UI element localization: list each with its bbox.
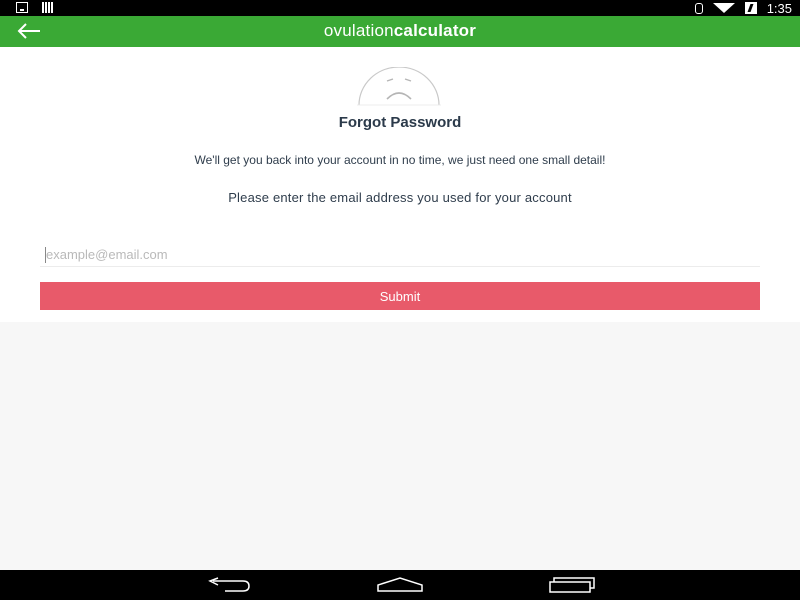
status-bar: 1:35: [0, 0, 800, 16]
app-bar: ovulationcalculator: [0, 16, 800, 47]
forgot-password-panel: Forgot Password We'll get you back into …: [0, 47, 800, 322]
download-notification-icon: [16, 2, 28, 13]
page-title: Forgot Password: [338, 114, 462, 131]
status-bar-left: [16, 2, 53, 13]
wifi-icon: [712, 3, 735, 13]
sad-face-icon: [357, 67, 441, 106]
bluetooth-icon: [694, 2, 703, 14]
logo-text-ovulation: ovulation: [323, 21, 394, 40]
navigation-bar: [0, 570, 800, 600]
text-cursor: [45, 247, 46, 263]
nav-home-icon[interactable]: [376, 577, 424, 593]
app-logo: ovulationcalculator: [0, 21, 800, 41]
signal-bars-icon: [42, 2, 53, 13]
nav-back-icon[interactable]: [205, 577, 253, 593]
battery-charging-icon: [744, 2, 757, 14]
status-bar-right: 1:35: [694, 0, 792, 16]
email-input[interactable]: [40, 243, 760, 267]
submit-button[interactable]: Submit: [40, 282, 760, 310]
nav-recents-icon[interactable]: [548, 577, 596, 593]
intro-message: We'll get you back into your account in …: [194, 153, 606, 167]
logo-text-calculator: calculator: [393, 21, 477, 40]
status-time: 1:35: [766, 0, 792, 16]
instruction-message: Please enter the email address you used …: [228, 190, 572, 205]
